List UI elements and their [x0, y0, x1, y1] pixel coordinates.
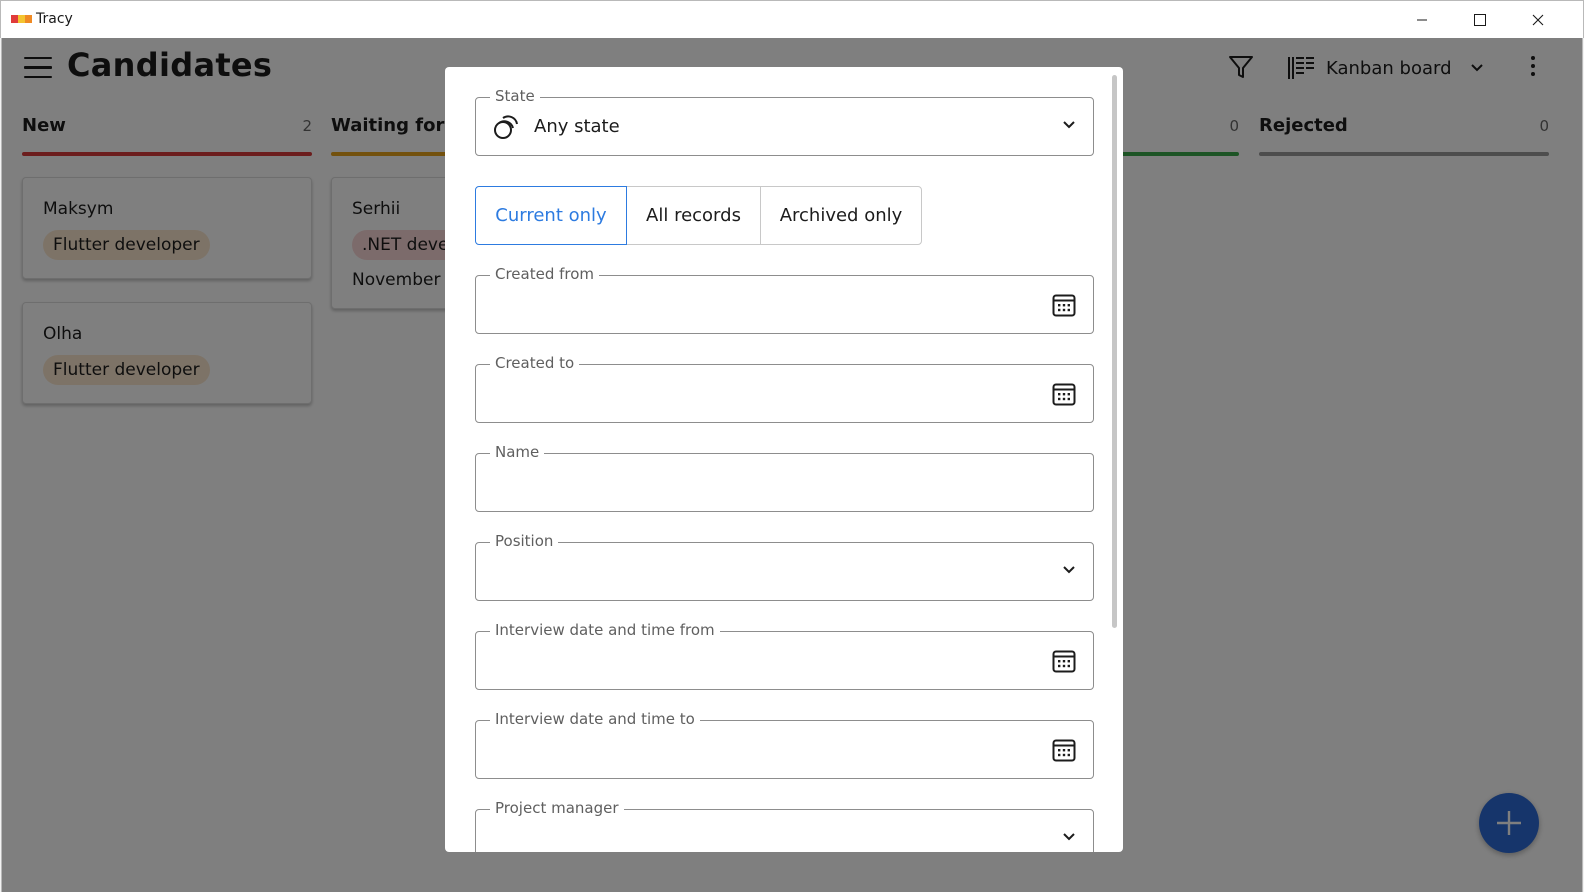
- state-label: State: [490, 87, 540, 105]
- record-filter-segmented: Current only All records Archived only: [475, 186, 922, 245]
- window-titlebar: Tracy: [0, 0, 1584, 38]
- position-label: Position: [490, 532, 559, 550]
- state-value: Any state: [534, 116, 620, 137]
- state-select[interactable]: State Any state: [475, 87, 1094, 156]
- close-icon: [1532, 14, 1544, 26]
- segment-all-records[interactable]: All records: [626, 186, 761, 245]
- calendar-icon[interactable]: [1052, 293, 1076, 317]
- minimize-icon: [1417, 19, 1427, 21]
- name-label: Name: [490, 443, 545, 461]
- minimize-button[interactable]: [1393, 1, 1451, 39]
- window-title: Tracy: [36, 11, 73, 27]
- maximize-icon: [1474, 14, 1486, 26]
- segment-current-only[interactable]: Current only: [475, 186, 627, 245]
- interview-from-label: Interview date and time from: [490, 621, 720, 639]
- created-to-label: Created to: [490, 354, 580, 372]
- project-manager-select[interactable]: Project manager: [475, 799, 1094, 852]
- created-from-label: Created from: [490, 265, 600, 283]
- interview-to-field[interactable]: Interview date and time to: [475, 710, 1094, 779]
- interview-to-label: Interview date and time to: [490, 710, 700, 728]
- chevron-down-icon: [1063, 566, 1075, 574]
- close-window-button[interactable]: [1509, 1, 1567, 39]
- calendar-icon[interactable]: [1052, 382, 1076, 406]
- project-manager-label: Project manager: [490, 799, 624, 817]
- calendar-icon[interactable]: [1052, 649, 1076, 673]
- interview-from-field[interactable]: Interview date and time from: [475, 621, 1094, 690]
- filter-dialog: State Any state Current only All records…: [445, 67, 1123, 852]
- states-icon: [494, 115, 518, 139]
- created-from-field[interactable]: Created from: [475, 265, 1094, 334]
- position-select[interactable]: Position: [475, 532, 1094, 601]
- maximize-button[interactable]: [1451, 1, 1509, 39]
- name-field[interactable]: Name: [475, 443, 1094, 512]
- dialog-scrollbar[interactable]: [1112, 75, 1117, 628]
- created-to-field[interactable]: Created to: [475, 354, 1094, 423]
- tracy-logo-icon: [11, 15, 32, 25]
- chevron-down-icon: [1063, 833, 1075, 841]
- calendar-icon[interactable]: [1052, 738, 1076, 762]
- segment-archived-only[interactable]: Archived only: [760, 186, 922, 245]
- chevron-down-icon: [1063, 121, 1075, 129]
